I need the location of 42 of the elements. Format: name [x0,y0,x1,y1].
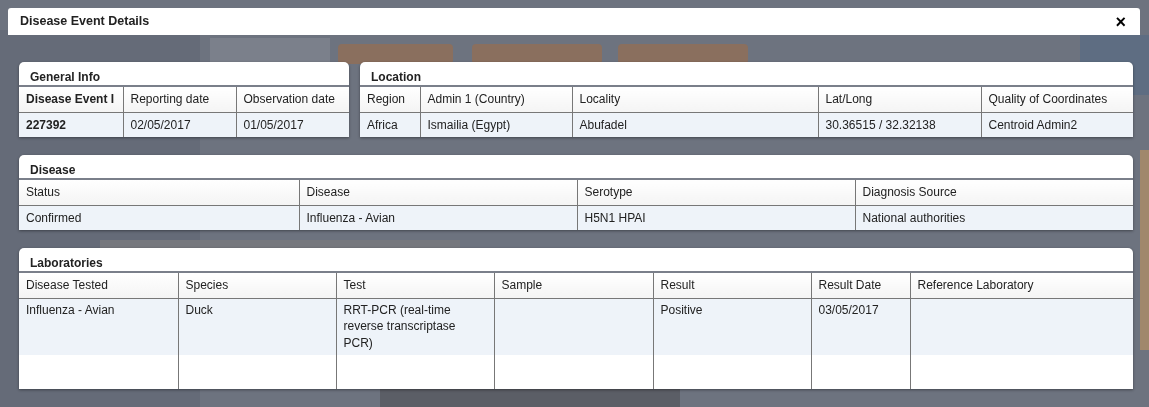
column-header: Test [343,278,366,292]
column-header: Result [660,278,695,292]
panel-title: Disease [30,163,76,177]
column-header: Diagnosis Source [862,185,957,199]
table-cell: Centroid Admin2 [988,117,1078,132]
table-cell: 01/05/2017 [243,117,304,132]
table-cell: Influenza - Avian [306,210,395,225]
window-title: Disease Event Details [20,13,150,31]
column-header: Result Date [818,278,882,292]
table-cell: H5N1 HPAI [584,210,646,225]
table-cell: National authorities [862,210,966,225]
column-header: Disease Tested [26,278,108,292]
column-header: Disease Event I [26,92,115,106]
column-header: Admin 1 (Country) [427,92,525,106]
column-header: Observation date [243,92,335,106]
table-cell: Influenza - Avian [26,302,115,317]
column-header: Sample [501,278,543,292]
table-cell: RRT-PCR (real-time reverse transcriptase PCR) [343,302,456,351]
column-header: Species [185,278,229,292]
column-header: Reference Laboratory [917,278,1034,292]
panel-title: Location [371,70,421,84]
table-cell: Positive [660,302,703,317]
table-cell: 227392 [26,117,67,132]
column-header: Quality of Coordinates [988,92,1108,106]
table-cell: Abufadel [579,117,627,132]
table-cell: Africa [367,117,398,132]
column-header: Disease [306,185,350,199]
column-header: Locality [579,92,621,106]
column-header: Serotype [584,185,633,199]
panel-title: General Info [30,70,100,84]
table-cell: Ismailia (Egypt) [427,117,511,132]
column-header: Reporting date [130,92,210,106]
close-button[interactable]: × [1113,12,1128,31]
column-header: Lat/Long [825,92,873,106]
column-header: Region [367,92,406,106]
table-cell: Duck [185,302,213,317]
table-cell: 30.36515 / 32.32138 [825,117,936,132]
table-cell: 03/05/2017 [818,302,879,317]
column-header: Status [26,185,61,199]
panel-title: Laboratories [30,256,103,270]
table-cell: Confirmed [26,210,82,225]
table-cell: 02/05/2017 [130,117,191,132]
